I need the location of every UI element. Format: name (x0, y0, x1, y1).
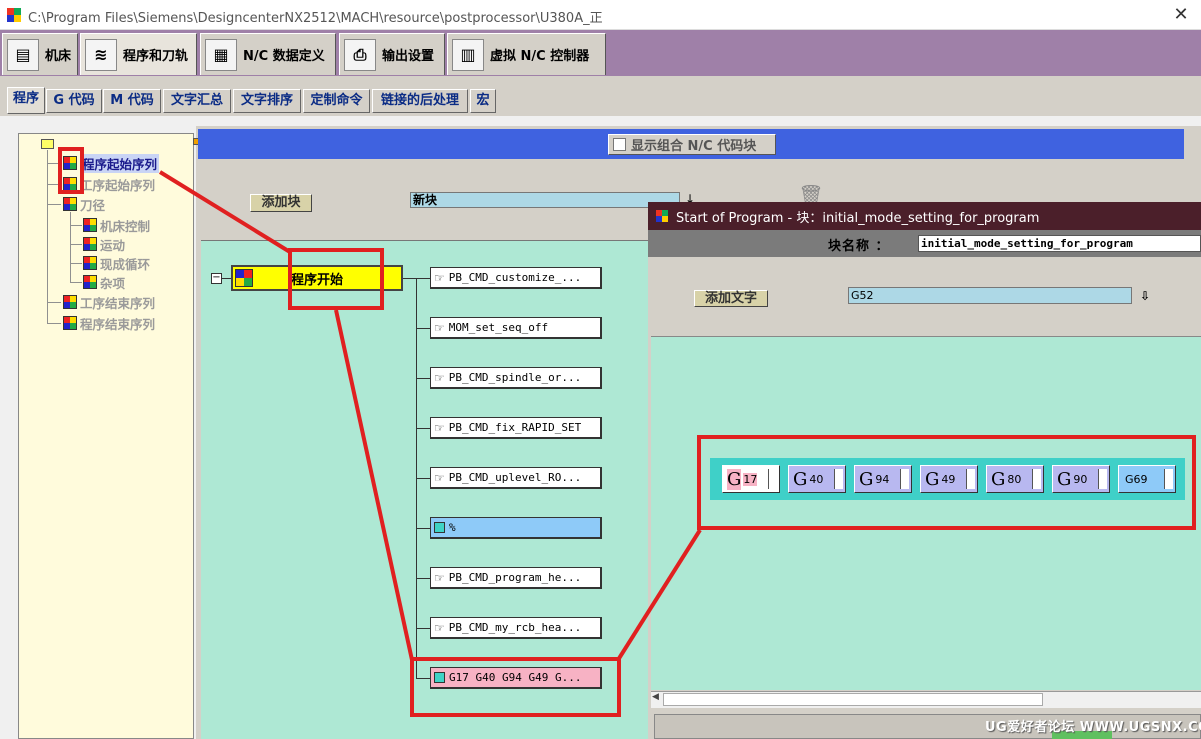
sequence-block-label: PB_CMD_program_he... (448, 571, 582, 584)
tab-program-path-label: 程序和刀轨 (123, 49, 189, 64)
tab-nc-data-label: N/C 数据定义 (243, 49, 325, 64)
add-text-button[interactable]: 添加文字 (694, 290, 768, 307)
command-hand-icon: ☞ (434, 620, 445, 635)
machine-icon: ▤ (7, 38, 39, 71)
command-hand-icon: ☞ (434, 420, 445, 435)
sequence-block-label: PB_CMD_customize_... (448, 271, 582, 284)
block-editor-title-bar: Start of Program - 块：initial_mode_settin… (648, 202, 1201, 230)
dropdown-arrow-icon[interactable]: ⇩ (1136, 287, 1154, 305)
annotation-box-words (697, 435, 1196, 530)
sequence-block-label: PB_CMD_spindle_or... (448, 371, 582, 384)
nc-block-icon (434, 522, 445, 533)
new-block-select[interactable]: 新块 (410, 192, 680, 208)
show-combined-nc-label: 显示组合 N/C 代码块 (631, 139, 757, 154)
add-block-button[interactable]: 添加块 (250, 194, 312, 212)
tree-item-toolpath[interactable]: 刀径 (63, 196, 106, 213)
app-icon (656, 210, 668, 222)
sequence-block[interactable]: ☞ PB_CMD_fix_RAPID_SET (430, 417, 602, 439)
subtab-linked-posts[interactable]: 链接的后处理 (372, 89, 468, 113)
sequence-block[interactable]: ☞ PB_CMD_spindle_or... (430, 367, 602, 389)
sequence-block-label: % (449, 521, 456, 534)
tree-item-label: 机床控制 (100, 218, 151, 234)
sequence-block-label: MOM_set_seq_off (448, 321, 549, 334)
block-name-label: 块名称 ： (828, 239, 890, 254)
tree-item-motion[interactable]: 运动 (83, 236, 126, 253)
command-hand-icon: ☞ (434, 470, 445, 485)
sequence-block[interactable]: ☞ PB_CMD_my_rcb_hea... (430, 617, 602, 639)
subtab-macro[interactable]: 宏 (470, 89, 496, 113)
subtab-word-sequence[interactable]: 文字排序 (233, 89, 301, 113)
tree-item-label: 程序结束序列 (80, 316, 156, 332)
sequence-cube-icon (63, 316, 77, 330)
show-combined-nc-checkbox[interactable]: 显示组合 N/C 代码块 (608, 134, 776, 155)
sequence-block[interactable]: ☞ PB_CMD_customize_... (430, 267, 602, 289)
sequence-block[interactable]: ☞ PB_CMD_uplevel_RO... (430, 467, 602, 489)
window-title: C:\Program Files\Siemens\DesigncenterNX2… (28, 11, 603, 26)
sequence-cube-icon (83, 237, 97, 251)
sequence-block-label: PB_CMD_uplevel_RO... (448, 471, 582, 484)
subtab-custom-command[interactable]: 定制命令 (303, 89, 370, 113)
sequence-block-label: PB_CMD_fix_RAPID_SET (448, 421, 582, 434)
annotation-box-tree (58, 147, 84, 194)
sequence-block[interactable]: ☞ PB_CMD_program_he... (430, 567, 602, 589)
collapse-icon[interactable]: − (211, 273, 222, 284)
tree-item-label: 程序起始序列 (80, 153, 160, 173)
tree-item-canned-cycle[interactable]: 现成循环 (83, 255, 151, 272)
sequence-cube-icon (63, 295, 77, 309)
tab-output-settings[interactable]: ⎙ 输出设置 (339, 33, 445, 75)
subtab-g-code[interactable]: G 代码 (46, 89, 102, 113)
word-select[interactable]: G52 (848, 287, 1132, 304)
tree-item-label: 杂项 (100, 275, 126, 291)
subtab-m-code[interactable]: M 代码 (103, 89, 161, 113)
tree-item-label: 工序结束序列 (80, 295, 156, 311)
block-name-input[interactable]: initial_mode_setting_for_program (918, 235, 1201, 252)
nc-data-icon: ▦ (205, 38, 237, 71)
tree-item-label: 运动 (100, 237, 126, 253)
sequence-block-label: PB_CMD_my_rcb_hea... (448, 621, 582, 634)
tree-item-label: 刀径 (80, 197, 106, 213)
root-block-icon (235, 269, 253, 287)
tab-machine-label: 机床 (45, 49, 72, 64)
sequence-cube-icon (83, 218, 97, 232)
tree-item-label: 工序起始序列 (80, 177, 156, 193)
tab-output-settings-label: 输出设置 (382, 49, 435, 64)
virtual-controller-icon: ▥ (452, 38, 484, 71)
annotation-box-root (288, 248, 384, 310)
folder-icon (41, 139, 54, 149)
command-hand-icon: ☞ (434, 570, 445, 585)
subtab-word-summary[interactable]: 文字汇总 (163, 89, 231, 113)
sequence-cube-icon (83, 275, 97, 289)
subtab-program[interactable]: 程序 (7, 87, 45, 114)
tree-item-program-end-sequence[interactable]: 程序结束序列 (63, 315, 156, 332)
close-button[interactable]: ✕ (1166, 2, 1196, 28)
program-path-icon: ≋ (85, 38, 117, 71)
scroll-left-icon[interactable]: ◀ (652, 692, 659, 702)
tree-item-machine-control[interactable]: 机床控制 (83, 217, 151, 234)
tab-machine[interactable]: ▤ 机床 (2, 33, 78, 75)
tab-program-path[interactable]: ≋ 程序和刀轨 (80, 33, 197, 75)
block-editor-title: Start of Program - 块：initial_mode_settin… (676, 210, 1040, 226)
watermark: UG爱好者论坛 WWW.UGSNX.COM (985, 720, 1201, 735)
sequence-cube-icon (63, 197, 77, 211)
scrollbar-thumb[interactable] (663, 693, 1043, 706)
printer-icon: ⎙ (344, 38, 376, 71)
command-hand-icon: ☞ (434, 270, 445, 285)
sequence-block[interactable]: % (430, 517, 602, 539)
command-hand-icon: ☞ (434, 320, 445, 335)
command-hand-icon: ☞ (434, 370, 445, 385)
tree-item-label: 现成循环 (100, 256, 151, 272)
sequence-cube-icon (83, 256, 97, 270)
tree-item-misc[interactable]: 杂项 (83, 274, 126, 291)
tab-virtual-controller-label: 虚拟 N/C 控制器 (490, 49, 590, 64)
tab-nc-data[interactable]: ▦ N/C 数据定义 (200, 33, 336, 75)
checkbox-box (613, 138, 626, 151)
sequence-block[interactable]: ☞ MOM_set_seq_off (430, 317, 602, 339)
annotation-box-block (410, 657, 621, 717)
tab-virtual-controller[interactable]: ▥ 虚拟 N/C 控制器 (447, 33, 606, 75)
tree-item-operation-end-sequence[interactable]: 工序结束序列 (63, 294, 156, 311)
app-icon (7, 8, 21, 22)
